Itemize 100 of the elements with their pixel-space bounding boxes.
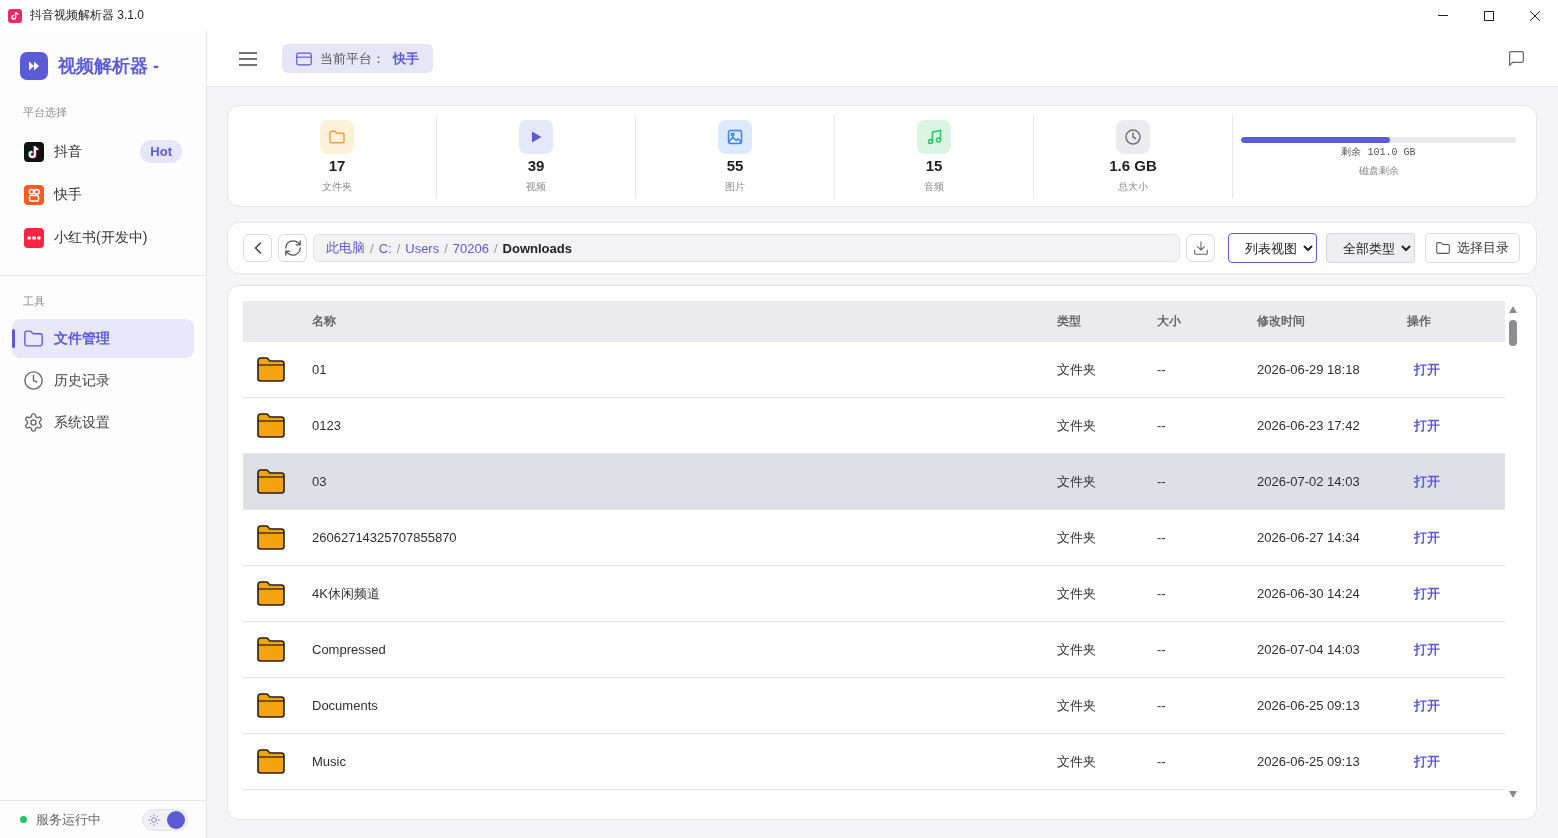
table-cell-text: 文件夹 <box>1057 528 1097 547</box>
open-link[interactable]: 打开 <box>1407 414 1447 437</box>
sidebar-item[interactable]: 小红书(开发中) <box>24 227 148 248</box>
section-label: 工具 <box>23 294 45 308</box>
folder-icon <box>24 329 43 348</box>
breadcrumb-link[interactable]: 70206 <box>452 240 489 256</box>
column-header: 类型 <box>1057 313 1082 330</box>
breadcrumb-current: Downloads <box>502 240 572 256</box>
table-cell-text: 文件夹 <box>1057 472 1097 491</box>
table-cell-text: 2026-06-30 14:24 <box>1257 586 1361 601</box>
stat-value: 1.6 GB <box>1109 157 1157 175</box>
breadcrumb-link[interactable]: 此电脑 <box>326 239 365 257</box>
stat-label: 图片 <box>725 180 745 193</box>
table-cell-text: -- <box>1157 530 1167 545</box>
sun-icon <box>148 813 160 826</box>
stat-label: 视频 <box>526 180 546 193</box>
table-row[interactable]: 03 文件夹 -- 2026-07-02 14:03 打开 <box>243 454 1505 510</box>
folder-icon <box>257 693 285 718</box>
breadcrumb-link[interactable]: Users <box>405 240 440 256</box>
open-link[interactable]: 打开 <box>1407 526 1447 549</box>
close-icon <box>1530 10 1540 21</box>
refresh-button[interactable] <box>278 234 307 262</box>
back-button[interactable] <box>243 234 272 262</box>
type-select[interactable]: 全部类型 <box>1326 233 1415 263</box>
stat-value: 55 <box>726 157 744 175</box>
folder-icon <box>257 469 285 494</box>
sidebar-item[interactable]: 系统设置 <box>12 403 194 442</box>
table-cell-text: 文件夹 <box>1057 584 1097 603</box>
table-cell-text: 2026-06-25 09:13 <box>1257 754 1361 769</box>
open-link[interactable]: 打开 <box>1407 638 1447 661</box>
table-cell-text: Music <box>312 754 347 769</box>
toggle-knob <box>167 810 185 829</box>
chip-value: 快手 <box>393 49 419 68</box>
chevron-left-icon <box>253 242 262 254</box>
stat-value: 17 <box>328 157 346 175</box>
folder-icon <box>257 749 285 774</box>
table-cell-text: 2026-06-23 17:42 <box>1257 418 1361 433</box>
folder-icon <box>257 413 285 438</box>
refresh-icon <box>284 240 301 256</box>
table-cell-text: 文件夹 <box>1057 696 1097 715</box>
clock-icon <box>24 371 43 390</box>
folder-icon <box>257 581 285 606</box>
circles-logo-icon <box>24 184 44 205</box>
table-cell-text: Compressed <box>312 642 387 657</box>
table-cell-text: -- <box>1157 362 1167 377</box>
breadcrumb-separator: / <box>396 240 401 256</box>
table-cell-text: Documents <box>312 698 379 713</box>
download-button[interactable] <box>1186 234 1215 262</box>
music-note-icon <box>917 120 951 154</box>
stat-value: 15 <box>925 157 943 175</box>
download-icon <box>1193 241 1208 255</box>
theme-toggle[interactable] <box>142 808 188 831</box>
sidebar-item[interactable]: 文件管理 <box>12 319 194 358</box>
folder-icon <box>257 637 285 662</box>
fast-forward-logo-icon <box>20 52 48 80</box>
menu-icon <box>239 51 257 66</box>
play-icon <box>519 120 553 154</box>
choose-directory-button[interactable]: 选择目录 <box>1425 233 1520 263</box>
window-icon <box>296 51 312 66</box>
stat-value: 39 <box>527 157 545 175</box>
breadcrumb-separator: / <box>444 240 448 256</box>
breadcrumb-separator: / <box>370 240 374 256</box>
hot-badge: Hot <box>140 140 182 163</box>
open-link[interactable]: 打开 <box>1407 470 1447 493</box>
table-cell-text: 26062714325707855870 <box>312 530 458 545</box>
window-title: 抖音视频解析器 3.1.0 <box>30 7 145 24</box>
open-link[interactable]: 打开 <box>1407 694 1447 717</box>
view-select[interactable]: 列表视图 <box>1228 233 1317 263</box>
stat-label: 磁盘剩余 <box>1358 164 1399 177</box>
sidebar-item[interactable]: 快手 <box>24 184 82 205</box>
table-cell-text: 2026-07-04 14:03 <box>1257 642 1361 657</box>
table-cell-text: 0123 <box>312 418 342 433</box>
table-cell-text: 2026-06-25 09:13 <box>1257 698 1361 713</box>
table-cell-text: -- <box>1157 418 1167 433</box>
note-logo-icon <box>24 141 44 162</box>
table-cell-text: 文件夹 <box>1057 416 1097 435</box>
table-cell-text: 01 <box>312 362 328 377</box>
column-header: 大小 <box>1157 313 1182 330</box>
clock-icon <box>1116 120 1150 154</box>
column-header: 操作 <box>1407 313 1432 330</box>
folder-icon <box>257 525 285 550</box>
folder-icon <box>1436 242 1450 254</box>
maximize-icon <box>1484 10 1494 21</box>
open-link[interactable]: 打开 <box>1407 750 1447 773</box>
breadcrumb-separator: / <box>494 240 498 256</box>
sidebar-item[interactable]: 抖音 <box>24 141 82 162</box>
image-icon <box>718 120 752 154</box>
open-link[interactable]: 打开 <box>1407 582 1447 605</box>
disk-free-text: 剩余 101.0 GB <box>1341 147 1416 159</box>
section-label: 平台选择 <box>23 105 67 119</box>
column-header: 修改时间 <box>1257 313 1306 330</box>
column-header: 名称 <box>312 313 337 330</box>
table-cell-text: 文件夹 <box>1057 640 1097 659</box>
minimize-icon <box>1438 15 1448 16</box>
sidebar-item[interactable]: 历史记录 <box>12 361 194 400</box>
open-link[interactable]: 打开 <box>1407 358 1447 381</box>
breadcrumb-link[interactable]: C: <box>378 240 392 256</box>
folder-icon <box>257 357 285 382</box>
table-cell-text: 2026-07-02 14:03 <box>1257 474 1361 489</box>
settings-icon <box>24 413 43 432</box>
